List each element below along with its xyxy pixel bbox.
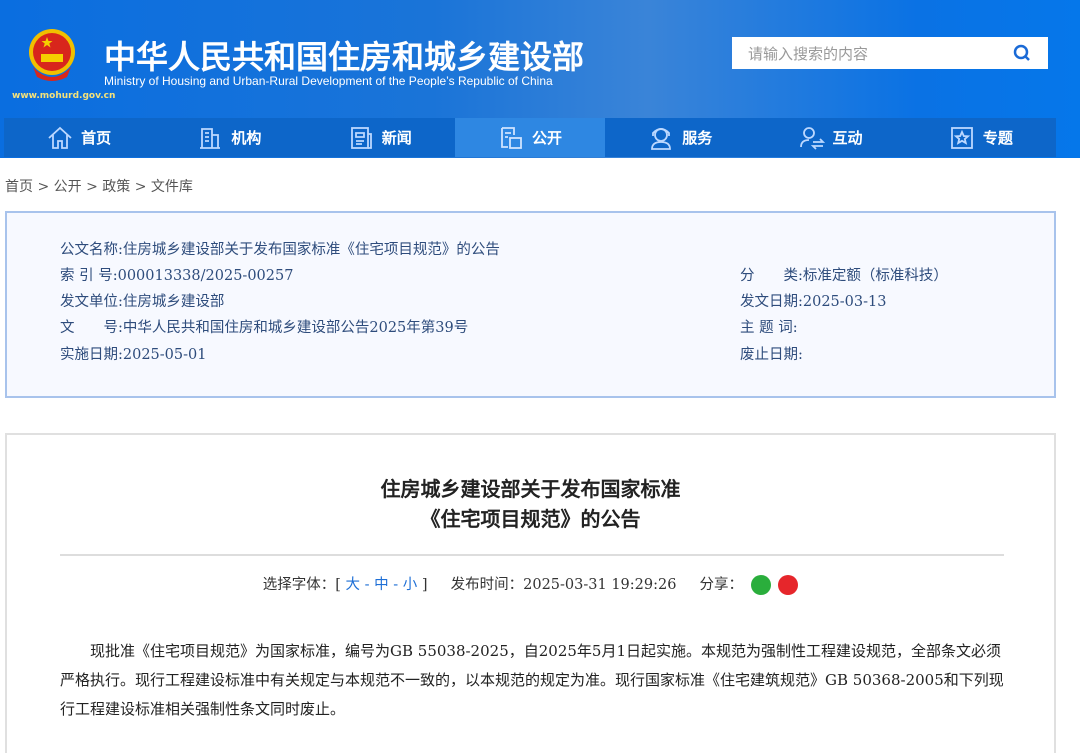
doc-abolish-date: 废止日期:: [740, 347, 803, 363]
search-input[interactable]: 请输入搜索的内容: [732, 43, 996, 64]
font-small-button[interactable]: 小: [403, 577, 418, 593]
nav-home[interactable]: 首页: [4, 118, 154, 157]
doc-name: 公文名称:住房城乡建设部关于发布国家标准《住宅项目规范》的公告: [60, 242, 500, 258]
news-icon: [350, 126, 372, 149]
site-url: www.mohurd.gov.cn: [12, 91, 116, 101]
doc-category: 分 类:标准定额（标准科技）: [740, 268, 948, 284]
national-emblem-icon: [29, 29, 75, 81]
article-body: 现批准《住宅项目规范》为国家标准，编号为GB 55038-2025，自2025年…: [60, 642, 1004, 718]
doc-issue-date: 发文日期:2025-03-13: [740, 294, 887, 310]
doc-index: 索 引 号:000013338/2025-00257: [60, 268, 294, 284]
article: 住房城乡建设部关于发布国家标准 《住宅项目规范》的公告 选择字体：[ 大 - 中…: [5, 433, 1056, 753]
nav-service[interactable]: 服务: [605, 118, 755, 157]
site-title: 中华人民共和国住房和城乡建设部: [104, 38, 585, 76]
main-nav: 首页 机构 新闻 公开 服务 互动 专题: [4, 118, 1056, 157]
service-icon: [651, 127, 672, 150]
publish-time: 2025-03-31 19:29:26: [523, 577, 677, 593]
site-subtitle: Ministry of Housing and Urban-Rural Deve…: [104, 74, 553, 88]
search-icon: [1013, 44, 1030, 61]
doc-subject: 主 题 词:: [740, 320, 798, 336]
search-box[interactable]: 请输入搜索的内容: [732, 37, 1048, 69]
star-icon: [950, 126, 973, 149]
article-meta: 选择字体：[ 大 - 中 - 小 ] 发布时间：2025-03-31 19:29…: [7, 573, 1054, 595]
nav-interact[interactable]: 互动: [755, 118, 905, 157]
divider: [60, 554, 1004, 556]
weibo-share-icon[interactable]: [778, 575, 799, 595]
doc-number: 文 号:中华人民共和国住房和城乡建设部公告2025年第39号: [60, 320, 469, 336]
document-info-panel: 公文名称:住房城乡建设部关于发布国家标准《住宅项目规范》的公告 索 引 号:00…: [5, 211, 1056, 398]
font-large-button[interactable]: 大: [346, 577, 361, 593]
publish-label: 发布时间：: [450, 577, 524, 593]
building-icon: [200, 127, 221, 149]
site-header: www.mohurd.gov.cn 中华人民共和国住房和城乡建设部 Minist…: [0, 0, 1080, 158]
doc-effective-date: 实施日期:2025-05-01: [60, 347, 207, 363]
nav-news[interactable]: 新闻: [305, 118, 455, 157]
search-button[interactable]: [996, 37, 1048, 69]
interact-icon: [799, 126, 825, 150]
breadcrumb[interactable]: 首页 > 公开 > 政策 > 文件库: [5, 176, 193, 196]
nav-public[interactable]: 公开: [454, 118, 606, 157]
doc-issuer: 发文单位:住房城乡建设部: [60, 294, 225, 310]
share-label: 分享：: [699, 577, 744, 593]
article-title-line2: 《住宅项目规范》的公告: [420, 507, 641, 531]
document-icon: [501, 126, 522, 149]
font-medium-button[interactable]: 中: [374, 577, 389, 593]
home-icon: [48, 126, 72, 149]
wechat-share-icon[interactable]: [750, 575, 771, 595]
nav-topic[interactable]: 专题: [906, 118, 1056, 157]
nav-org[interactable]: 机构: [154, 118, 304, 157]
article-title-line1: 住房城乡建设部关于发布国家标准: [380, 477, 681, 501]
